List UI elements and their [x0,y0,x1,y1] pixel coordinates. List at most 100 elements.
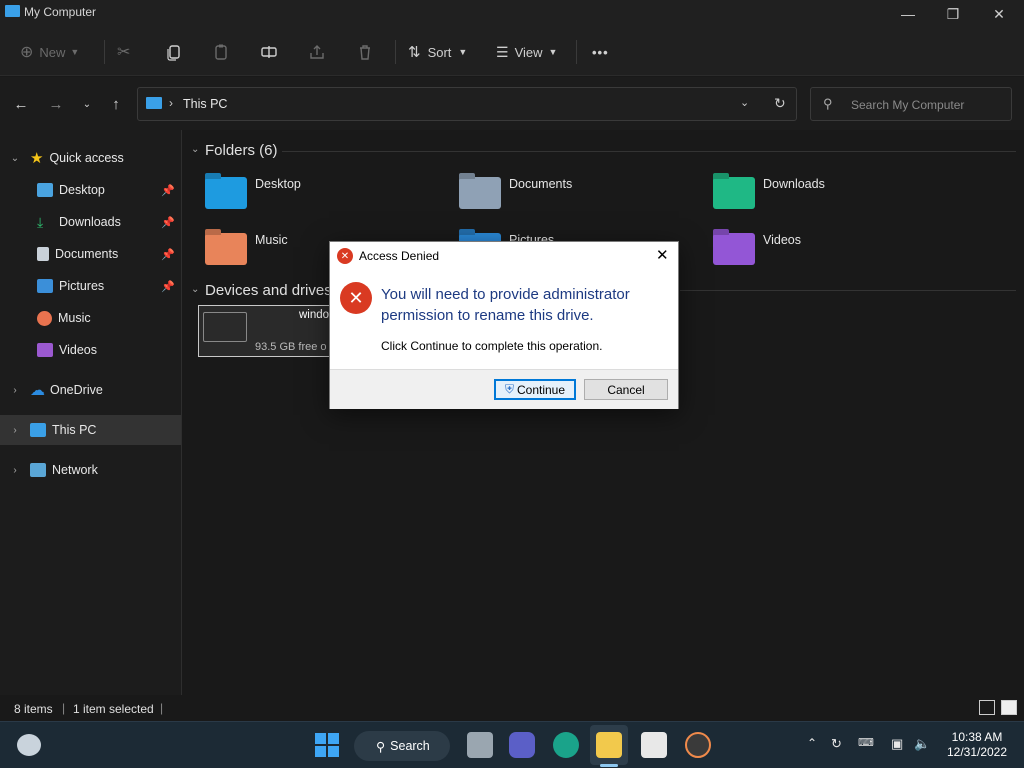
folder-downloads[interactable]: Downloads [713,177,825,209]
file-explorer-icon[interactable] [596,732,622,758]
sort-icon: ⇅ [408,44,421,61]
refresh-icon[interactable]: ↻ [774,95,786,112]
drive-tile[interactable]: windo 93.5 GB free o [198,305,338,357]
dialog-footer: ⛨ Continue Cancel [330,369,678,409]
chevron-right-icon: › [13,424,17,436]
sidebar-item-label: OneDrive [50,383,103,397]
picture-icon [37,279,53,293]
error-icon: ✕ [337,248,353,264]
up-button[interactable]: ↑ [105,93,127,115]
drive-name: windo [299,309,330,321]
network-status-icon[interactable]: ▣ [891,736,903,752]
chat-icon[interactable] [509,732,535,758]
folder-desktop[interactable]: Desktop [205,177,301,209]
pin-icon: 📌 [161,216,175,229]
taskbar: ⚲ Search ⌃ ↻ ⌨ ▣ 🔈 10:38 AM 12/31/2022 [0,721,1024,768]
paste-button[interactable] [212,38,230,66]
sidebar-item-label: Downloads [59,215,121,229]
weather-icon[interactable] [17,734,41,756]
store-icon[interactable] [641,732,667,758]
cancel-button[interactable]: Cancel [584,379,668,400]
address-dropdown-icon[interactable]: ⌄ [740,96,749,109]
folder-label: Music [255,233,288,247]
chevron-down-icon: ▼ [70,47,80,57]
copy-icon [167,45,180,61]
arrow-left-icon: ← [13,95,29,113]
recent-locations-button[interactable]: ⌄ [76,93,98,115]
edge-browser-icon[interactable] [553,732,579,758]
sidebar-item-label: Quick access [49,151,124,165]
address-bar[interactable]: › This PC ⌄ ↻ [137,87,797,121]
sidebar-item-videos[interactable]: Videos [0,335,181,365]
breadcrumb[interactable]: This PC [183,97,227,111]
taskbar-search-button[interactable]: ⚲ Search [354,731,450,761]
new-button[interactable]: ⊕ New ▼ [20,38,79,66]
minimize-button[interactable]: — [885,0,931,28]
chevron-down-icon: ⌄ [10,152,20,164]
sidebar-item-network[interactable]: › Network [0,455,181,485]
task-view-icon[interactable] [467,732,493,758]
sidebar-item-downloads[interactable]: ⤓ Downloads 📌 [0,207,181,237]
paste-icon [215,44,227,60]
cut-button[interactable]: ✂ [117,38,130,66]
view-label: View [514,44,543,60]
sync-icon[interactable]: ↻ [831,736,842,752]
rename-button[interactable] [260,38,278,66]
toolbar-separator [104,40,105,64]
sidebar-item-quick-access[interactable]: ⌄ ★ Quick access [0,143,181,173]
folder-videos[interactable]: Videos [713,233,801,265]
view-button[interactable]: ☰ View ▼ [496,38,557,66]
chevron-down-icon[interactable]: ⌄ [191,284,199,295]
computer-icon [5,5,20,17]
forward-button[interactable]: → [45,93,67,115]
restore-button[interactable]: ❐ [930,0,976,28]
drive-icon [203,312,247,342]
music-icon [37,310,52,326]
sidebar-item-music[interactable]: Music [0,303,181,333]
folder-documents[interactable]: Documents [459,177,572,209]
window-title: My Computer [24,5,97,19]
computer-icon [30,423,46,437]
network-icon [30,463,46,477]
search-box[interactable]: ⚲ Search My Computer [810,87,1012,121]
selection-count: 1 item selected [73,702,154,716]
copy-button[interactable] [165,38,183,66]
dialog-close-button[interactable]: ✕ [656,246,669,264]
media-player-icon[interactable] [685,732,711,758]
dialog-title: Access Denied [359,249,440,263]
chevron-right-icon: › [13,384,17,396]
video-icon [37,343,53,357]
more-options-button[interactable]: ••• [592,38,609,66]
keyboard-icon[interactable]: ⌨ [858,736,874,749]
show-hidden-icons-chevron-icon[interactable]: ⌃ [807,736,817,750]
devices-section-header[interactable]: Devices and drives [205,282,332,299]
trash-icon [360,45,370,60]
close-window-button[interactable]: ✕ [976,0,1022,28]
folders-section-header[interactable]: Folders (6) [205,142,278,159]
sidebar-item-pictures[interactable]: Pictures 📌 [0,271,181,301]
delete-button[interactable] [356,38,374,66]
chevron-down-icon: ⌄ [82,98,92,110]
sidebar-item-documents[interactable]: Documents 📌 [0,239,181,269]
sidebar-item-onedrive[interactable]: › ☁ OneDrive [0,375,181,405]
sidebar-item-label: Documents [55,247,119,261]
start-button[interactable] [315,733,339,757]
details-view-icon[interactable] [979,700,995,715]
back-button[interactable]: ← [10,93,32,115]
sidebar-item-desktop[interactable]: Desktop 📌 [0,175,181,205]
clock[interactable]: 10:38 AM 12/31/2022 [944,730,1010,760]
sort-label: Sort [427,44,452,60]
tiles-view-icon[interactable] [1001,700,1017,715]
share-button[interactable] [308,38,326,66]
sort-button[interactable]: ⇅ Sort ▼ [408,38,467,66]
rename-icon [261,46,277,58]
sidebar-item-this-pc[interactable]: › This PC [0,415,181,445]
continue-button[interactable]: ⛨ Continue [494,379,576,400]
this-pc-icon [146,97,162,109]
volume-icon[interactable]: 🔈 [914,736,930,752]
folder-icon [459,177,501,209]
chevron-down-icon: ▼ [458,47,468,57]
chevron-down-icon[interactable]: ⌄ [191,144,199,155]
close-icon: ✕ [656,247,669,264]
folder-music[interactable]: Music [205,233,288,265]
